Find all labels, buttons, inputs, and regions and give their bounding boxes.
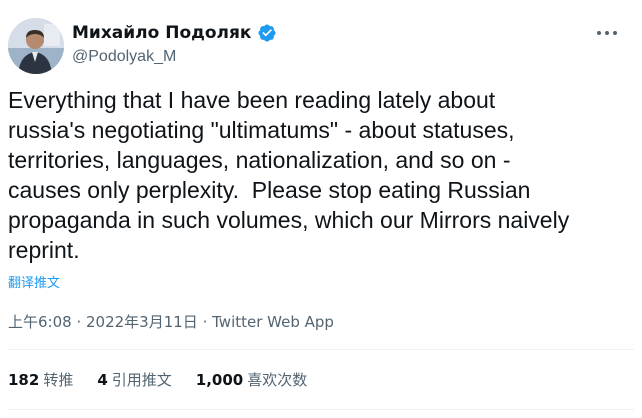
author-display-name[interactable]: Михайло Подоляк	[72, 23, 251, 43]
verified-badge-icon	[257, 23, 277, 43]
tweet-header: Михайло Подоляк @Podolyak_M	[8, 18, 634, 78]
retweets-stat[interactable]: 182 转推	[8, 369, 73, 390]
tweet-source[interactable]: Twitter Web App	[212, 313, 334, 331]
likes-label: 喜欢次数	[247, 370, 308, 389]
meta-separator: ·	[71, 313, 86, 331]
likes-count: 1,000	[195, 370, 244, 389]
tweet-detail: Михайло Подоляк @Podolyak_M Everything t…	[0, 0, 642, 418]
divider	[8, 409, 634, 410]
tweet-stats: 182 转推 4 引用推文 1,000 喜欢次数	[8, 366, 331, 392]
retweets-label: 转推	[43, 370, 74, 389]
tweet-meta: 上午6:08 · 2022年3月11日 · Twitter Web App	[8, 311, 334, 332]
tweet-date[interactable]: 2022年3月11日	[86, 313, 198, 331]
quote-tweets-count: 4	[97, 370, 108, 389]
author-handle[interactable]: @Podolyak_M	[72, 48, 277, 66]
retweets-count: 182	[8, 370, 40, 389]
tweet-text: Everything that I have been reading late…	[8, 87, 570, 263]
tweet-time[interactable]: 上午6:08	[8, 313, 72, 331]
avatar[interactable]	[8, 18, 64, 74]
meta-separator: ·	[197, 313, 213, 331]
translate-tweet-link[interactable]: 翻译推文	[8, 272, 60, 291]
author-block: Михайло Подоляк @Podolyak_M	[72, 20, 277, 66]
avatar-image	[8, 18, 64, 74]
likes-stat[interactable]: 1,000 喜欢次数	[196, 369, 307, 390]
quote-tweets-label: 引用推文	[111, 370, 172, 389]
more-horizontal-icon[interactable]	[592, 22, 622, 44]
divider	[8, 349, 634, 350]
name-row: Михайло Подоляк	[72, 20, 277, 46]
quote-tweets-stat[interactable]: 4 引用推文	[97, 369, 171, 390]
